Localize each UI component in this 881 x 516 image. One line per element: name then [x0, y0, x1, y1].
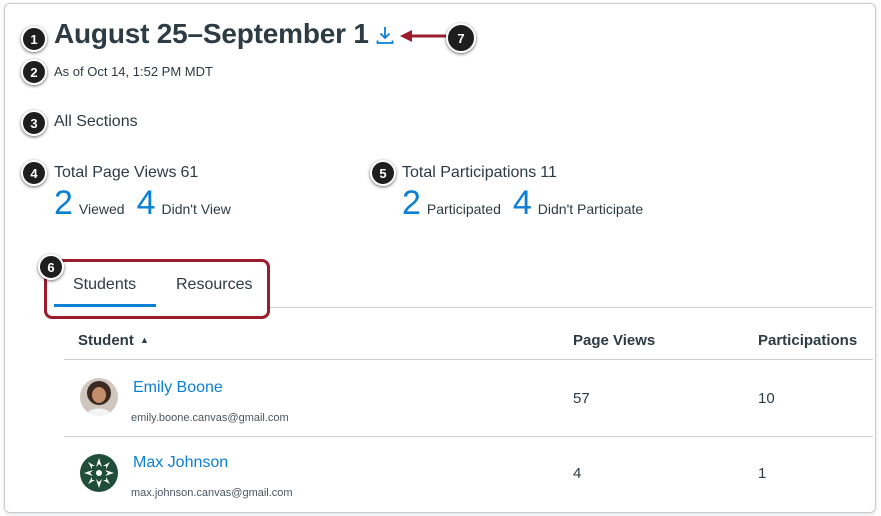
as-of-timestamp: As of Oct 14, 1:52 PM MDT	[54, 64, 213, 79]
page-title: August 25–September 1	[54, 18, 369, 49]
callout-3: 3	[21, 110, 47, 136]
table-header-divider	[64, 359, 873, 360]
callout-4: 4	[21, 160, 47, 186]
column-header-student[interactable]: Student ▲	[78, 332, 149, 349]
viewed-count[interactable]: 2	[54, 186, 73, 220]
page-views-breakdown: 2 Viewed 4 Didn't View	[54, 186, 243, 220]
student-email: emily.boone.canvas@gmail.com	[131, 412, 289, 424]
didnt-view-count[interactable]: 4	[137, 186, 156, 220]
tabs-divider	[270, 307, 873, 308]
participations-total: 11	[540, 164, 557, 181]
callout-6: 6	[38, 254, 64, 280]
viewed-label: Viewed	[78, 201, 125, 217]
column-header-participations[interactable]: Participations	[758, 332, 857, 349]
participations-heading: Total Participations 11	[402, 164, 557, 182]
page-views-total: 61	[180, 164, 199, 181]
table-row-divider	[64, 436, 873, 437]
column-header-page-views[interactable]: Page Views	[573, 332, 655, 349]
student-page-views: 57	[573, 390, 590, 407]
callout-5: 5	[370, 160, 396, 186]
callout-highlight-box	[44, 259, 270, 319]
didnt-view-label: Didn't View	[161, 201, 231, 217]
didnt-participate-count[interactable]: 4	[513, 186, 532, 220]
callout-7: 7	[446, 23, 476, 53]
sort-ascending-icon: ▲	[140, 335, 149, 345]
participated-label: Participated	[426, 201, 501, 217]
student-participations: 1	[758, 465, 767, 482]
student-email: max.johnson.canvas@gmail.com	[131, 487, 293, 499]
avatar[interactable]	[80, 378, 118, 416]
section-filter[interactable]: All Sections	[54, 113, 138, 131]
student-name-link[interactable]: Max Johnson	[133, 454, 228, 472]
participations-breakdown: 2 Participated 4 Didn't Participate	[402, 186, 655, 220]
column-header-student-label: Student	[78, 332, 134, 349]
didnt-participate-label: Didn't Participate	[537, 201, 644, 217]
student-name-link[interactable]: Emily Boone	[133, 379, 223, 397]
callout-arrow	[400, 30, 446, 42]
student-page-views: 4	[573, 465, 582, 482]
callout-2: 2	[21, 59, 47, 85]
callout-1: 1	[21, 26, 47, 52]
page-views-heading-label: Total Page Views	[54, 164, 177, 181]
page-views-heading: Total Page Views 61	[54, 164, 198, 182]
avatar[interactable]	[80, 454, 118, 492]
participations-heading-label: Total Participations	[402, 164, 537, 181]
participated-count[interactable]: 2	[402, 186, 421, 220]
student-participations: 10	[758, 390, 775, 407]
download-icon[interactable]	[374, 24, 396, 46]
